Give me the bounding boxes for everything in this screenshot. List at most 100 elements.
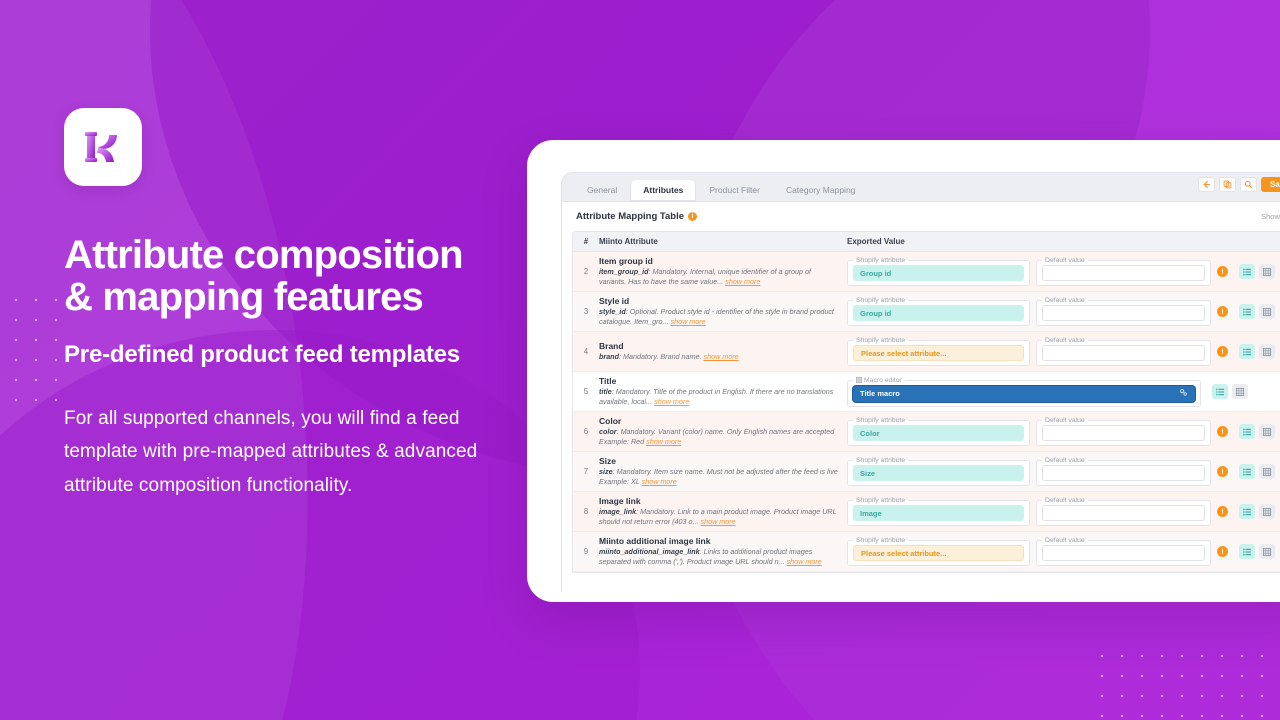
shopify-attribute-label: Shopify attribute — [856, 537, 906, 544]
attribute-placeholder-chip[interactable]: Please select attribute... — [853, 545, 1024, 561]
list-view-button[interactable] — [1239, 504, 1255, 519]
grid-icon — [1263, 467, 1271, 476]
default-value-label: Default value — [1045, 497, 1085, 504]
warning-badge[interactable]: ! — [1217, 546, 1228, 557]
default-value-label: Default value — [1045, 257, 1085, 264]
show-more-link[interactable]: show more — [725, 277, 760, 286]
default-value-input[interactable] — [1042, 465, 1205, 481]
default-value-field[interactable]: Default value — [1036, 297, 1211, 326]
window-toolbar: Save Save a — [1197, 177, 1280, 192]
default-value-field[interactable]: Default value — [1036, 457, 1211, 486]
warning-badge[interactable]: ! — [1217, 466, 1228, 477]
warning-badge[interactable]: ! — [1217, 506, 1228, 517]
gear-icon[interactable] — [1179, 388, 1188, 399]
show-more-link[interactable]: show more — [654, 397, 689, 406]
table-view-button[interactable] — [1259, 464, 1275, 479]
show-more-link[interactable]: show more — [700, 517, 735, 526]
default-value-input[interactable] — [1042, 505, 1205, 521]
table-row: 5 Title title: Mandatory. Title of the pro… — [573, 372, 1280, 412]
attribute-placeholder-chip[interactable]: Please select attribute... — [853, 345, 1024, 361]
attribute-description: miinto_additional_image_link: Links to a… — [599, 546, 822, 566]
table-view-button[interactable] — [1259, 304, 1275, 319]
info-icon[interactable]: i — [688, 212, 698, 221]
attribute-description: item_group_id: Mandatory. Internal, uniq… — [599, 266, 812, 286]
list-view-button[interactable] — [1239, 424, 1255, 439]
tab-general[interactable]: General — [574, 180, 630, 201]
list-view-button[interactable] — [1239, 464, 1255, 479]
grid-icon — [1263, 547, 1271, 556]
row-number: 8 — [583, 507, 589, 516]
warning-badge[interactable]: ! — [1217, 266, 1228, 277]
marketing-column: Attribute composition & mapping features… — [64, 108, 524, 503]
show-more-link[interactable]: show more — [787, 557, 822, 566]
shopify-attribute-label: Shopify attribute — [856, 457, 906, 464]
show-more-link[interactable]: show more — [646, 437, 681, 446]
show-more-link[interactable]: show more — [671, 317, 706, 326]
default-value-field[interactable]: Default value — [1036, 537, 1211, 566]
row-attribute: Color color: Mandatory. Variant (color) n… — [599, 416, 847, 448]
default-value-input[interactable] — [1042, 265, 1205, 281]
back-button[interactable] — [1197, 177, 1215, 192]
table-row: 7 Size size: Mandatory. Item size name. Mu… — [573, 452, 1280, 492]
attribute-name: Brand — [599, 340, 624, 351]
shopify-attribute-label: Shopify attribute — [856, 497, 906, 504]
list-view-button[interactable] — [1239, 304, 1255, 319]
shopify-attribute-label: Shopify attribute — [856, 297, 906, 304]
shopify-attribute-field[interactable]: Shopify attribute Group id — [847, 257, 1030, 286]
table-header-row: # Miinto Attribute Exported Value — [573, 232, 1280, 252]
tab-category-mapping[interactable]: Category Mapping — [773, 180, 868, 201]
shopify-attribute-field[interactable]: Shopify attribute Group id — [847, 297, 1030, 326]
macro-editor-field[interactable]: Macro editor Title macro — [847, 376, 1201, 407]
list-view-button[interactable] — [1239, 264, 1255, 279]
shopify-attribute-field[interactable]: Shopify attribute Please select attribute… — [847, 337, 1030, 366]
table-view-button[interactable] — [1259, 424, 1275, 439]
tab-attributes[interactable]: Attributes — [630, 180, 697, 201]
shopify-attribute-field[interactable]: Shopify attribute Image — [847, 497, 1030, 526]
table-view-button[interactable] — [1259, 264, 1275, 279]
warning-badge[interactable]: ! — [1217, 346, 1228, 357]
attribute-chip[interactable]: Group id — [853, 265, 1024, 281]
list-view-button[interactable] — [1239, 544, 1255, 559]
attribute-chip[interactable]: Group id — [853, 305, 1024, 321]
row-exported-value: Shopify attribute Please select attribute… — [847, 333, 1280, 370]
search-button[interactable] — [1239, 177, 1257, 192]
attribute-chip[interactable]: Image — [853, 505, 1024, 521]
table-view-button[interactable] — [1259, 344, 1275, 359]
required-fields-toggle[interactable]: Show only required fiel — [1261, 212, 1280, 221]
default-value-input[interactable] — [1042, 425, 1205, 441]
default-value-input[interactable] — [1042, 305, 1205, 321]
tab-product-filter[interactable]: Product Filter — [696, 180, 773, 201]
shopify-attribute-label: Shopify attribute — [856, 257, 906, 264]
default-value-input[interactable] — [1042, 345, 1205, 361]
warning-badge[interactable]: ! — [1217, 426, 1228, 437]
table-row: 3 Style id style_id: Optional. Product sty… — [573, 292, 1280, 332]
attribute-mapping-panel: Attribute Mapping Table i Show only requ… — [562, 201, 1280, 592]
macro-chip[interactable]: Title macro — [853, 385, 1195, 402]
dot-pattern-left — [6, 290, 62, 410]
table-view-button[interactable] — [1259, 504, 1275, 519]
attribute-chip[interactable]: Size — [853, 465, 1024, 481]
default-value-field[interactable]: Default value — [1036, 257, 1211, 286]
show-more-link[interactable]: show more — [704, 352, 739, 361]
save-button[interactable]: Save — [1260, 177, 1280, 192]
table-view-button[interactable] — [1259, 544, 1275, 559]
row-actions — [1239, 304, 1275, 319]
list-view-button[interactable] — [1239, 344, 1255, 359]
default-value-field[interactable]: Default value — [1036, 417, 1211, 446]
default-value-field[interactable]: Default value — [1036, 497, 1211, 526]
row-number: 5 — [583, 387, 589, 396]
list-view-button[interactable] — [1212, 384, 1228, 399]
default-value-input[interactable] — [1042, 545, 1205, 561]
attribute-chip[interactable]: Color — [853, 425, 1024, 441]
default-value-label: Default value — [1045, 297, 1085, 304]
row-actions — [1239, 424, 1275, 439]
default-value-field[interactable]: Default value — [1036, 337, 1211, 366]
warning-badge[interactable]: ! — [1217, 306, 1228, 317]
shopify-attribute-field[interactable]: Shopify attribute Size — [847, 457, 1030, 486]
duplicate-button[interactable] — [1218, 177, 1236, 192]
shopify-attribute-field[interactable]: Shopify attribute Color — [847, 417, 1030, 446]
table-view-button[interactable] — [1232, 384, 1248, 399]
table-row: 9 Miinto additional image link miinto_addi… — [573, 532, 1280, 572]
shopify-attribute-field[interactable]: Shopify attribute Please select attribute… — [847, 537, 1030, 566]
show-more-link[interactable]: show more — [642, 477, 677, 486]
